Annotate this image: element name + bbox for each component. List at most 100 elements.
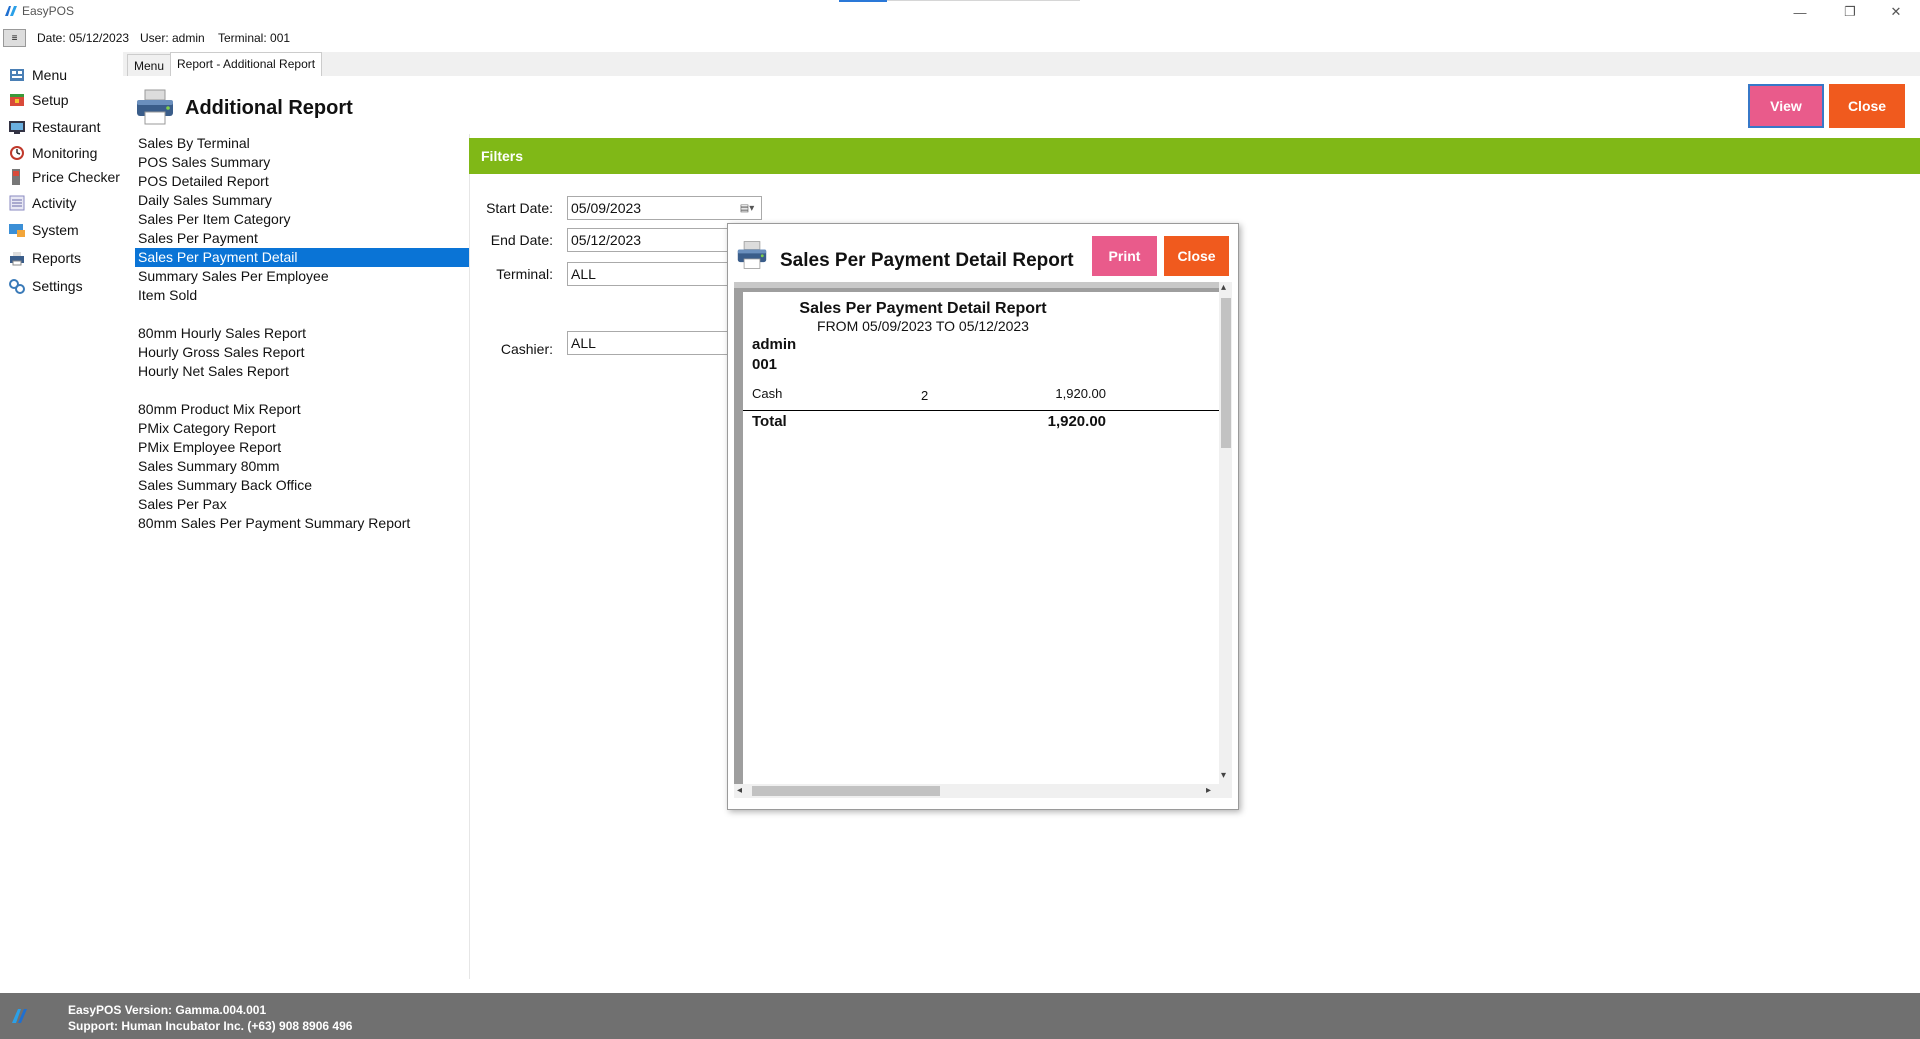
support-text: Support: Human Incubator Inc. (+63) 908 …	[68, 1019, 353, 1033]
scroll-down-icon[interactable]: ▾	[1221, 770, 1226, 781]
status-bar: EasyPOS Version: Gamma.004.001 Support: …	[0, 993, 1920, 1039]
terminal-value: ALL	[571, 266, 596, 282]
printer-icon	[137, 89, 173, 125]
report-item[interactable]: POS Sales Summary	[135, 153, 469, 172]
sidebar-item-label: System	[32, 222, 79, 238]
easypos-logo-icon	[5, 6, 17, 16]
report-item[interactable]: Sales Per Payment	[135, 229, 469, 248]
current-date: Date: 05/12/2023	[37, 31, 130, 45]
payment-type-cell: Cash	[752, 386, 783, 401]
start-date-field[interactable]: 05/09/2023 ▤▾	[567, 196, 762, 220]
sidebar-item-system[interactable]: System	[8, 219, 79, 241]
filters-header: Filters	[469, 138, 1920, 174]
sidebar-item-restaurant[interactable]: Restaurant	[8, 116, 100, 138]
report-item[interactable]: Item Sold	[135, 286, 469, 305]
current-user: User: admin	[140, 31, 205, 45]
reports-icon	[10, 252, 24, 266]
start-date-label: Start Date:	[486, 200, 553, 216]
app-title: EasyPOS	[22, 4, 75, 18]
sidebar-item-activity[interactable]: Activity	[8, 192, 76, 214]
report-item[interactable]: Daily Sales Summary	[135, 191, 469, 210]
view-button[interactable]: View	[1748, 84, 1824, 128]
report-item[interactable]: Sales Per Pax	[135, 495, 469, 514]
sidebar-item-label: Price Checker	[32, 169, 120, 185]
report-item[interactable]: Sales Per Item Category	[135, 210, 469, 229]
report-terminal: 001	[752, 356, 778, 373]
start-date-value: 05/09/2023	[571, 200, 642, 216]
system-icon	[9, 224, 25, 237]
report-title: Sales Per Payment Detail Report	[799, 300, 1047, 317]
end-date-label: End Date:	[490, 232, 553, 248]
sidebar-item-setup[interactable]: Setup	[8, 89, 69, 111]
menu-icon	[10, 69, 24, 81]
report-item[interactable]: Hourly Net Sales Report	[135, 362, 469, 381]
print-button[interactable]: Print	[1092, 236, 1157, 276]
sidebar-item-label: Reports	[32, 250, 82, 266]
report-date-range: FROM 05/09/2023 TO 05/12/2023	[817, 318, 1029, 334]
sidebar-item-label: Restaurant	[32, 119, 101, 135]
report-item[interactable]: Sales Summary Back Office	[135, 476, 469, 495]
sidebar-item-menu[interactable]: Menu	[8, 64, 67, 86]
restore-button[interactable]: ❐	[1830, 0, 1870, 24]
price-checker-icon	[12, 169, 20, 185]
report-item[interactable]: 80mm Hourly Sales Report	[135, 324, 469, 343]
report-item[interactable]: POS Detailed Report	[135, 172, 469, 191]
tab-menu[interactable]: Menu	[127, 54, 172, 76]
page-title: Additional Report	[185, 97, 353, 119]
report-item[interactable]: 80mm Sales Per Payment Summary Report	[135, 514, 469, 533]
end-date-value: 05/12/2023	[571, 232, 642, 248]
report-item[interactable]: Hourly Gross Sales Report	[135, 343, 469, 362]
close-button[interactable]: Close	[1829, 84, 1905, 128]
scroll-up-icon[interactable]: ▴	[1221, 282, 1226, 293]
total-divider	[743, 410, 1228, 411]
report-item[interactable]: 80mm Product Mix Report	[135, 400, 469, 419]
report-item-selected[interactable]: Sales Per Payment Detail	[135, 248, 469, 267]
sidebar-item-price-checker[interactable]: Price Checker	[8, 166, 120, 188]
version-text: EasyPOS Version: Gamma.004.001	[68, 1003, 267, 1017]
setup-icon	[10, 94, 24, 106]
restaurant-icon	[9, 121, 25, 134]
minimize-button[interactable]: —	[1780, 0, 1820, 24]
sidebar-item-settings[interactable]: Settings	[8, 275, 83, 297]
title-divider	[887, 0, 1080, 1]
total-amount: 1,920.00	[1047, 413, 1106, 430]
sidebar-item-label: Activity	[32, 195, 77, 211]
sidebar-toggle-button[interactable]: ≡	[3, 29, 26, 47]
report-item[interactable]: Sales Summary 80mm	[135, 457, 469, 476]
viewer-toolbar-strip	[734, 282, 1232, 288]
report-user: admin	[752, 336, 797, 353]
report-viewer: Sales Per Payment Detail Report FROM 05/…	[734, 282, 1232, 798]
report-item[interactable]: PMix Employee Report	[135, 438, 469, 457]
cashier-value: ALL	[571, 335, 596, 351]
scroll-right-icon[interactable]: ▸	[1206, 785, 1211, 796]
horizontal-scroll-thumb[interactable]	[752, 786, 940, 796]
sidebar-item-label: Monitoring	[32, 145, 98, 161]
title-accent	[839, 0, 887, 2]
scroll-left-icon[interactable]: ◂	[737, 785, 742, 796]
settings-icon	[9, 279, 25, 294]
report-item[interactable]: Sales By Terminal	[135, 134, 469, 153]
cashier-label: Cashier:	[500, 341, 553, 357]
monitoring-icon	[10, 146, 24, 160]
horizontal-scrollbar[interactable]: ◂ ▸	[734, 784, 1232, 798]
report-item[interactable]: PMix Category Report	[135, 419, 469, 438]
list-divider	[469, 134, 470, 979]
sidebar-item-label: Menu	[32, 67, 68, 83]
calendar-dropdown-icon[interactable]: ▤▾	[735, 200, 759, 216]
printer-icon	[737, 241, 767, 269]
report-item[interactable]: Summary Sales Per Employee	[135, 267, 469, 286]
dialog-title: Sales Per Payment Detail Report	[780, 250, 1074, 271]
dialog-close-button[interactable]: Close	[1164, 236, 1229, 276]
payment-count-cell: 2	[921, 388, 929, 403]
vertical-scroll-thumb[interactable]	[1221, 298, 1231, 448]
sidebar-item-monitoring[interactable]: Monitoring	[8, 142, 97, 164]
vertical-scrollbar[interactable]: ▴ ▾	[1219, 282, 1232, 784]
filters-title: Filters	[481, 148, 524, 164]
title-bar: EasyPOS — ❐ ✕	[0, 0, 1920, 24]
sidebar-item-label: Setup	[32, 92, 69, 108]
current-terminal: Terminal: 001	[218, 31, 291, 45]
close-window-button[interactable]: ✕	[1876, 0, 1916, 24]
sidebar-item-reports[interactable]: Reports	[8, 247, 81, 269]
tab-additional-report[interactable]: Report - Additional Report	[170, 52, 323, 76]
payment-amount-cell: 1,920.00	[1055, 386, 1106, 401]
